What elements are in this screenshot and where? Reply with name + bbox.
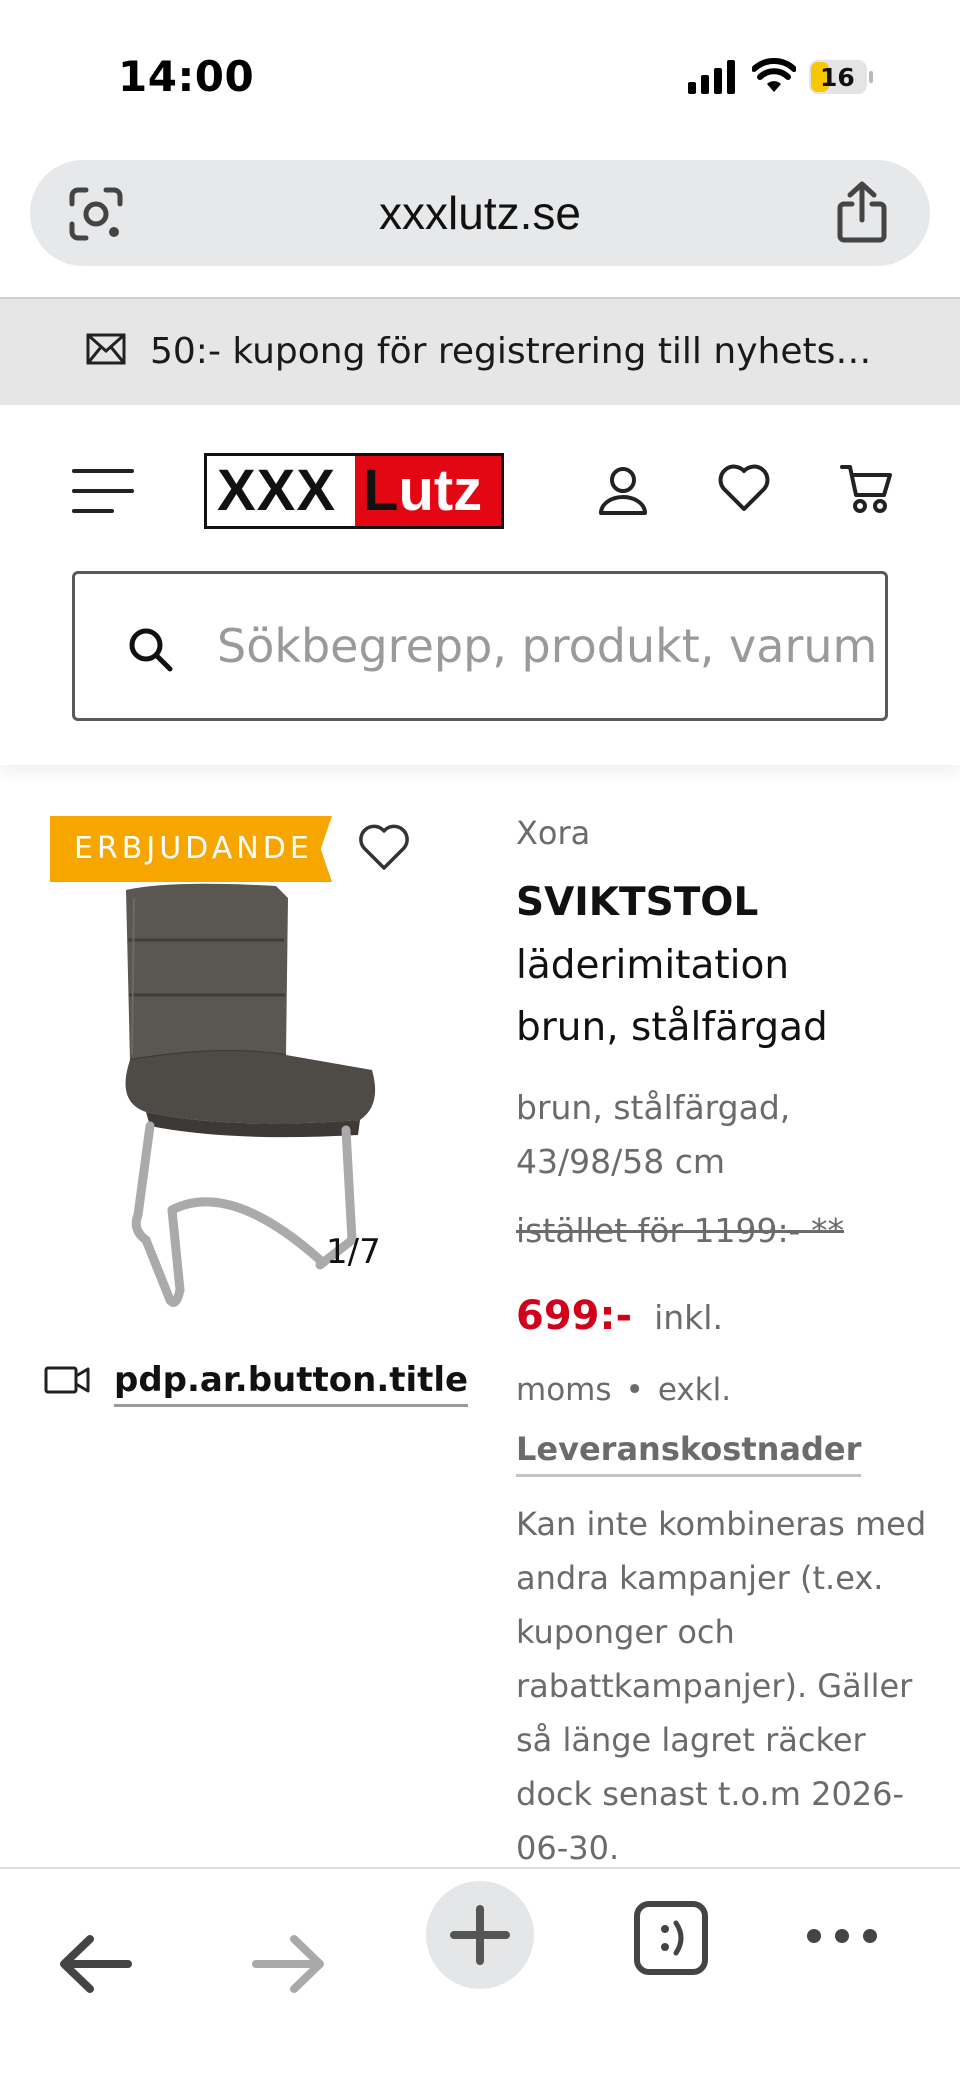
ar-button-label[interactable]: pdp.ar.button.title	[114, 1360, 469, 1407]
logo-lutz-l: L	[363, 458, 399, 523]
product-variant: brun, stålfärgad, 43/98/58 cm	[516, 1081, 936, 1189]
logo-lutz: Lutz	[355, 456, 501, 526]
mail-icon	[86, 333, 126, 365]
search-box[interactable]	[72, 571, 888, 721]
old-price: istället för 1199:- **	[516, 1211, 844, 1250]
cart-icon[interactable]	[840, 463, 892, 513]
product-title: SVIKTSTOL	[516, 880, 759, 925]
tabs-icon[interactable]	[632, 1899, 710, 1977]
camera-icon	[44, 1366, 90, 1394]
url-text[interactable]: xxxlutz.se	[30, 186, 930, 240]
battery-level: 16	[820, 63, 855, 92]
site-header: XXX Lutz	[0, 405, 960, 765]
price-row: 699:- inkl.	[516, 1280, 936, 1354]
share-icon[interactable]	[834, 180, 890, 244]
status-time: 14:00	[118, 52, 255, 101]
product-variant-line1: brun, stålfärgad,	[516, 1088, 791, 1127]
promo-text[interactable]: 50:- kupong för registrering till nyhets…	[150, 331, 890, 372]
product-subtitle-line2: brun, stålfärgad	[516, 1005, 828, 1050]
incl-label: inkl.	[654, 1298, 723, 1337]
tax-row: moms • exkl.	[516, 1354, 936, 1426]
cellular-signal-icon	[688, 60, 735, 94]
search-input[interactable]	[217, 604, 877, 688]
new-tab-button[interactable]	[426, 1881, 534, 1989]
browser-toolbar	[0, 1867, 960, 2079]
back-icon[interactable]	[56, 1929, 136, 1999]
delivery-costs-link[interactable]: Leveranskostnader	[516, 1430, 862, 1477]
status-bar: 14:00 16	[0, 0, 960, 150]
plus-icon	[450, 1905, 510, 1965]
product-brand[interactable]: Xora	[516, 814, 936, 852]
product-subtitle-line1: läderimitation	[516, 943, 790, 988]
xxxlutz-logo[interactable]: XXX Lutz	[204, 453, 504, 529]
moms-label: moms	[516, 1372, 612, 1408]
excl-label: exkl.	[657, 1372, 732, 1408]
separator-dot: •	[625, 1372, 644, 1408]
search-icon[interactable]	[127, 626, 173, 672]
product-info: Xora SVIKTSTOL läderimitation brun, stål…	[516, 814, 936, 1875]
offer-badge: ERBJUDANDE	[50, 816, 332, 882]
promo-banner[interactable]: 50:- kupong för registrering till nyhets…	[0, 297, 960, 405]
current-price: 699:-	[516, 1293, 633, 1339]
heart-icon[interactable]	[718, 463, 770, 513]
wifi-icon	[752, 58, 796, 92]
product-subtitle: läderimitation brun, stålfärgad	[516, 935, 936, 1059]
more-icon[interactable]	[804, 1921, 880, 1951]
wishlist-heart-icon[interactable]	[358, 824, 410, 872]
logo-lutz-rest: utz	[398, 458, 483, 523]
offer-disclaimer: Kan inte kombineras med andra kampanjer …	[516, 1505, 927, 1867]
address-bar[interactable]: xxxlutz.se	[30, 160, 930, 266]
logo-xxx: XXX	[207, 456, 355, 526]
menu-icon[interactable]	[72, 465, 134, 517]
image-counter: 1/7	[326, 1232, 381, 1272]
forward-icon[interactable]	[248, 1929, 328, 1999]
product-variant-line2: 43/98/58 cm	[516, 1142, 725, 1181]
battery-icon: 16	[808, 58, 874, 96]
user-icon[interactable]	[598, 465, 648, 517]
